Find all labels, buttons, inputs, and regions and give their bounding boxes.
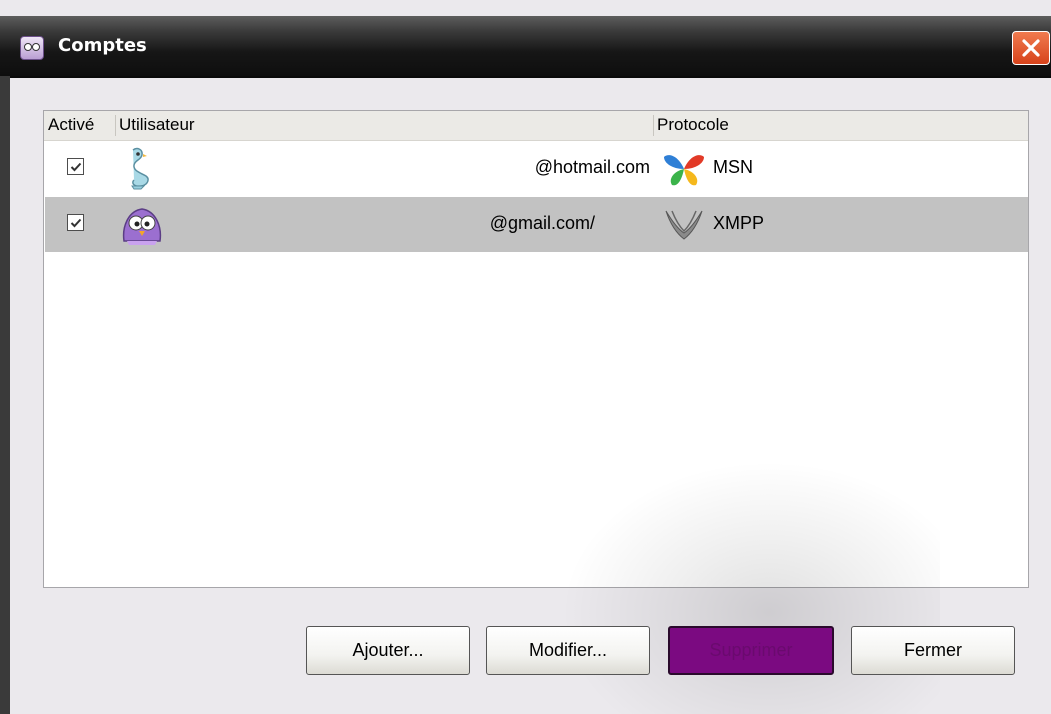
pidgin-bird-avatar-icon — [131, 147, 149, 190]
xmpp-icon — [665, 210, 703, 240]
account-row[interactable]: @gmail.com/ XMPP — [45, 197, 1028, 252]
account-protocol: XMPP — [713, 213, 765, 233]
column-separator[interactable] — [115, 115, 116, 136]
enabled-checkbox[interactable] — [67, 158, 84, 175]
add-account-button[interactable]: Ajouter... — [306, 626, 470, 675]
pidgin-purple-avatar-icon — [122, 208, 162, 245]
list-header: Activé Utilisateur Protocole — [44, 111, 1028, 141]
close-icon — [1022, 39, 1040, 57]
close-dialog-button[interactable]: Fermer — [851, 626, 1015, 675]
checkmark-icon — [70, 162, 82, 172]
account-row[interactable]: @hotmail.com MSN — [45, 141, 1028, 196]
account-username: @hotmail.com — [534, 157, 650, 177]
checkmark-icon — [70, 218, 82, 228]
title-bar[interactable]: Comptes — [0, 16, 1051, 78]
account-username: @gmail.com/ — [489, 213, 595, 233]
column-header-user[interactable]: Utilisateur — [119, 115, 195, 135]
window-left-border — [0, 76, 10, 714]
column-header-protocol[interactable]: Protocole — [657, 115, 729, 135]
close-window-button[interactable] — [1012, 31, 1050, 65]
msn-butterfly-icon — [664, 155, 704, 186]
accounts-list[interactable]: Activé Utilisateur Protocole @hotmail.co… — [43, 110, 1029, 588]
column-header-active[interactable]: Activé — [48, 115, 94, 135]
account-protocol: MSN — [713, 157, 753, 177]
column-separator[interactable] — [653, 115, 654, 136]
delete-account-button[interactable]: Supprimer — [668, 626, 834, 675]
modify-account-button[interactable]: Modifier... — [486, 626, 650, 675]
pidgin-icon — [20, 36, 44, 60]
window-title: Comptes — [58, 35, 147, 56]
enabled-checkbox[interactable] — [67, 214, 84, 231]
accounts-window: Comptes Activé Utilisateur Protocole @ho… — [0, 0, 1051, 714]
